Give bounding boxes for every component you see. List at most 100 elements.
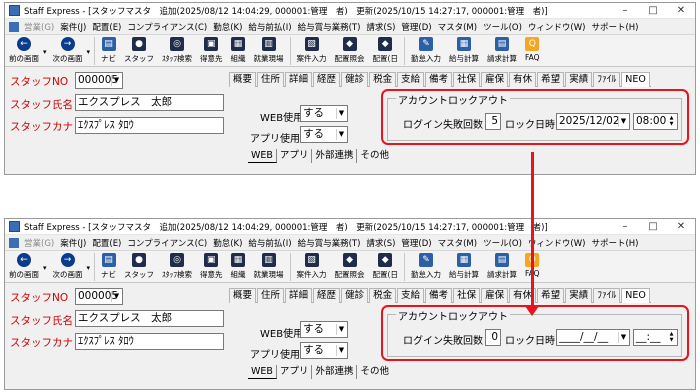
web-use-select[interactable]: する ▼: [300, 321, 348, 338]
toolbar-button[interactable]: → 次の画面: [49, 253, 87, 280]
subtab[interactable]: WEB: [248, 149, 277, 163]
system-menu-icon[interactable]: [9, 21, 19, 32]
toolbar-button[interactable]: ▧ 案件入力: [293, 253, 331, 280]
tab[interactable]: 健診: [341, 288, 369, 303]
menu-item[interactable]: 勤怠(K): [210, 237, 245, 249]
toolbar-button[interactable]: ← 前の画面: [5, 253, 43, 280]
menu-item[interactable]: 請求(S): [363, 21, 398, 33]
tab[interactable]: NEO: [621, 288, 650, 303]
tab[interactable]: 実績: [565, 288, 593, 303]
tab[interactable]: 有休: [509, 72, 537, 87]
menu-item[interactable]: マスタ(M): [435, 21, 480, 33]
menu-item[interactable]: マスタ(M): [435, 237, 480, 249]
subtab[interactable]: アプリ: [277, 149, 313, 163]
close-icon[interactable]: ✕: [667, 5, 695, 16]
staff-kana-input[interactable]: ｴｸｽﾌﾟﾚｽ ﾀﾛｳ: [75, 333, 224, 350]
toolbar-button[interactable]: ▤ 請求計算: [483, 253, 521, 280]
dropdown-arrow-icon[interactable]: ▾: [87, 48, 91, 56]
toolbar-button[interactable]: ▦ 給与計算: [445, 253, 483, 280]
toolbar-button[interactable]: ▣ 得意先: [196, 253, 227, 280]
tab[interactable]: 雇保: [481, 288, 509, 303]
tab[interactable]: 詳細: [285, 72, 313, 87]
dropdown-arrow-icon[interactable]: ▾: [87, 264, 91, 272]
tab[interactable]: 概要: [229, 288, 257, 303]
tab[interactable]: 実績: [565, 72, 593, 87]
menu-item[interactable]: 給与前払(I): [245, 21, 294, 33]
tab[interactable]: 税金: [369, 288, 397, 303]
toolbar-button[interactable]: ▤ ナビ: [97, 253, 120, 280]
staff-name-input[interactable]: エクスプレス 太郎: [75, 310, 224, 327]
maximize-icon[interactable]: □: [639, 5, 667, 16]
app-use-select[interactable]: する ▼: [300, 126, 348, 143]
menu-item[interactable]: ウィンドウ(W): [525, 21, 589, 33]
toolbar-button[interactable]: Q FAQ: [521, 37, 544, 62]
staff-name-input[interactable]: エクスプレス 太郎: [75, 94, 224, 111]
toolbar-button[interactable]: ◎ ｽﾀｯﾌ検索: [158, 37, 196, 64]
tab[interactable]: 住所: [257, 72, 285, 87]
staff-no-select[interactable]: 000005 ▼: [75, 288, 123, 305]
tab[interactable]: 支給: [397, 72, 425, 87]
tab[interactable]: 雇保: [481, 72, 509, 87]
staff-no-select[interactable]: 000005 ▼: [75, 72, 123, 89]
toolbar-button[interactable]: ● スタッフ: [120, 253, 158, 280]
maximize-icon[interactable]: □: [639, 221, 667, 232]
tab[interactable]: 税金: [369, 72, 397, 87]
tab[interactable]: 経歴: [313, 288, 341, 303]
toolbar-button[interactable]: ← 前の画面: [5, 37, 43, 64]
toolbar-button[interactable]: ▤ ナビ: [97, 37, 120, 64]
subtab[interactable]: 外部連携: [312, 365, 358, 379]
toolbar-button[interactable]: ▦ 組織: [227, 253, 250, 280]
subtab[interactable]: アプリ: [277, 365, 313, 379]
menu-item[interactable]: 給与賞与業務(T): [295, 237, 364, 249]
tab[interactable]: 支給: [397, 288, 425, 303]
subtab[interactable]: 外部連携: [312, 149, 358, 163]
staff-kana-input[interactable]: ｴｸｽﾌﾟﾚｽ ﾀﾛｳ: [75, 117, 224, 134]
tab[interactable]: ﾌｧｲﾙ: [593, 288, 621, 303]
menu-item[interactable]: 配置(E): [89, 237, 124, 249]
toolbar-button[interactable]: ✎ 勤怠入力: [407, 253, 445, 280]
subtab[interactable]: WEB: [248, 365, 277, 379]
toolbar-button[interactable]: ▥ 就業現場: [250, 37, 288, 64]
dropdown-arrow-icon[interactable]: ▾: [43, 48, 47, 56]
toolbar-button[interactable]: ◆ 配置(日: [369, 253, 402, 280]
menu-item[interactable]: 配置(E): [89, 21, 124, 33]
web-use-select[interactable]: する ▼: [300, 105, 348, 122]
toolbar-button[interactable]: ◆ 配置照会: [331, 253, 369, 280]
menu-item[interactable]: 案件(J): [57, 21, 89, 33]
tab[interactable]: 社保: [453, 288, 481, 303]
toolbar-button[interactable]: ▣ 得意先: [196, 37, 227, 64]
toolbar-button[interactable]: → 次の画面: [49, 37, 87, 64]
menu-item[interactable]: ウィンドウ(W): [525, 237, 589, 249]
menu-item[interactable]: ツール(O): [480, 237, 525, 249]
toolbar-button[interactable]: ● スタッフ: [120, 37, 158, 64]
toolbar-button[interactable]: ▤ 請求計算: [483, 37, 521, 64]
tab[interactable]: NEO: [621, 72, 650, 87]
system-menu-icon[interactable]: [9, 237, 19, 248]
dropdown-arrow-icon[interactable]: ▾: [43, 264, 47, 272]
tab[interactable]: 健診: [341, 72, 369, 87]
tab[interactable]: ﾌｧｲﾙ: [593, 72, 621, 87]
menu-item[interactable]: 管理(D): [398, 21, 434, 33]
toolbar-button[interactable]: ▧ 案件入力: [293, 37, 331, 64]
toolbar-button[interactable]: ◎ ｽﾀｯﾌ検索: [158, 253, 196, 280]
menu-item[interactable]: コンプライアンス(C): [124, 237, 210, 249]
tab[interactable]: 希望: [537, 288, 565, 303]
tab[interactable]: 備考: [425, 288, 453, 303]
toolbar-button[interactable]: ▦ 給与計算: [445, 37, 483, 64]
close-icon[interactable]: ✕: [667, 221, 695, 232]
toolbar-button[interactable]: ▥ 就業現場: [250, 253, 288, 280]
menu-item[interactable]: 営業(G): [21, 237, 57, 249]
tab[interactable]: 希望: [537, 72, 565, 87]
tab[interactable]: 住所: [257, 288, 285, 303]
toolbar-button[interactable]: ◆ 配置照会: [331, 37, 369, 64]
menu-item[interactable]: 請求(S): [363, 237, 398, 249]
toolbar-button[interactable]: ✎ 勤怠入力: [407, 37, 445, 64]
toolbar-button[interactable]: ◆ 配置(日: [369, 37, 402, 64]
tab[interactable]: 社保: [453, 72, 481, 87]
menu-item[interactable]: 給与前払(I): [245, 237, 294, 249]
menu-item[interactable]: サポート(H): [588, 21, 641, 33]
subtab[interactable]: その他: [357, 365, 392, 379]
menu-item[interactable]: 給与賞与業務(T): [295, 21, 364, 33]
menu-item[interactable]: 勤怠(K): [210, 21, 245, 33]
menu-item[interactable]: 営業(G): [21, 21, 57, 33]
